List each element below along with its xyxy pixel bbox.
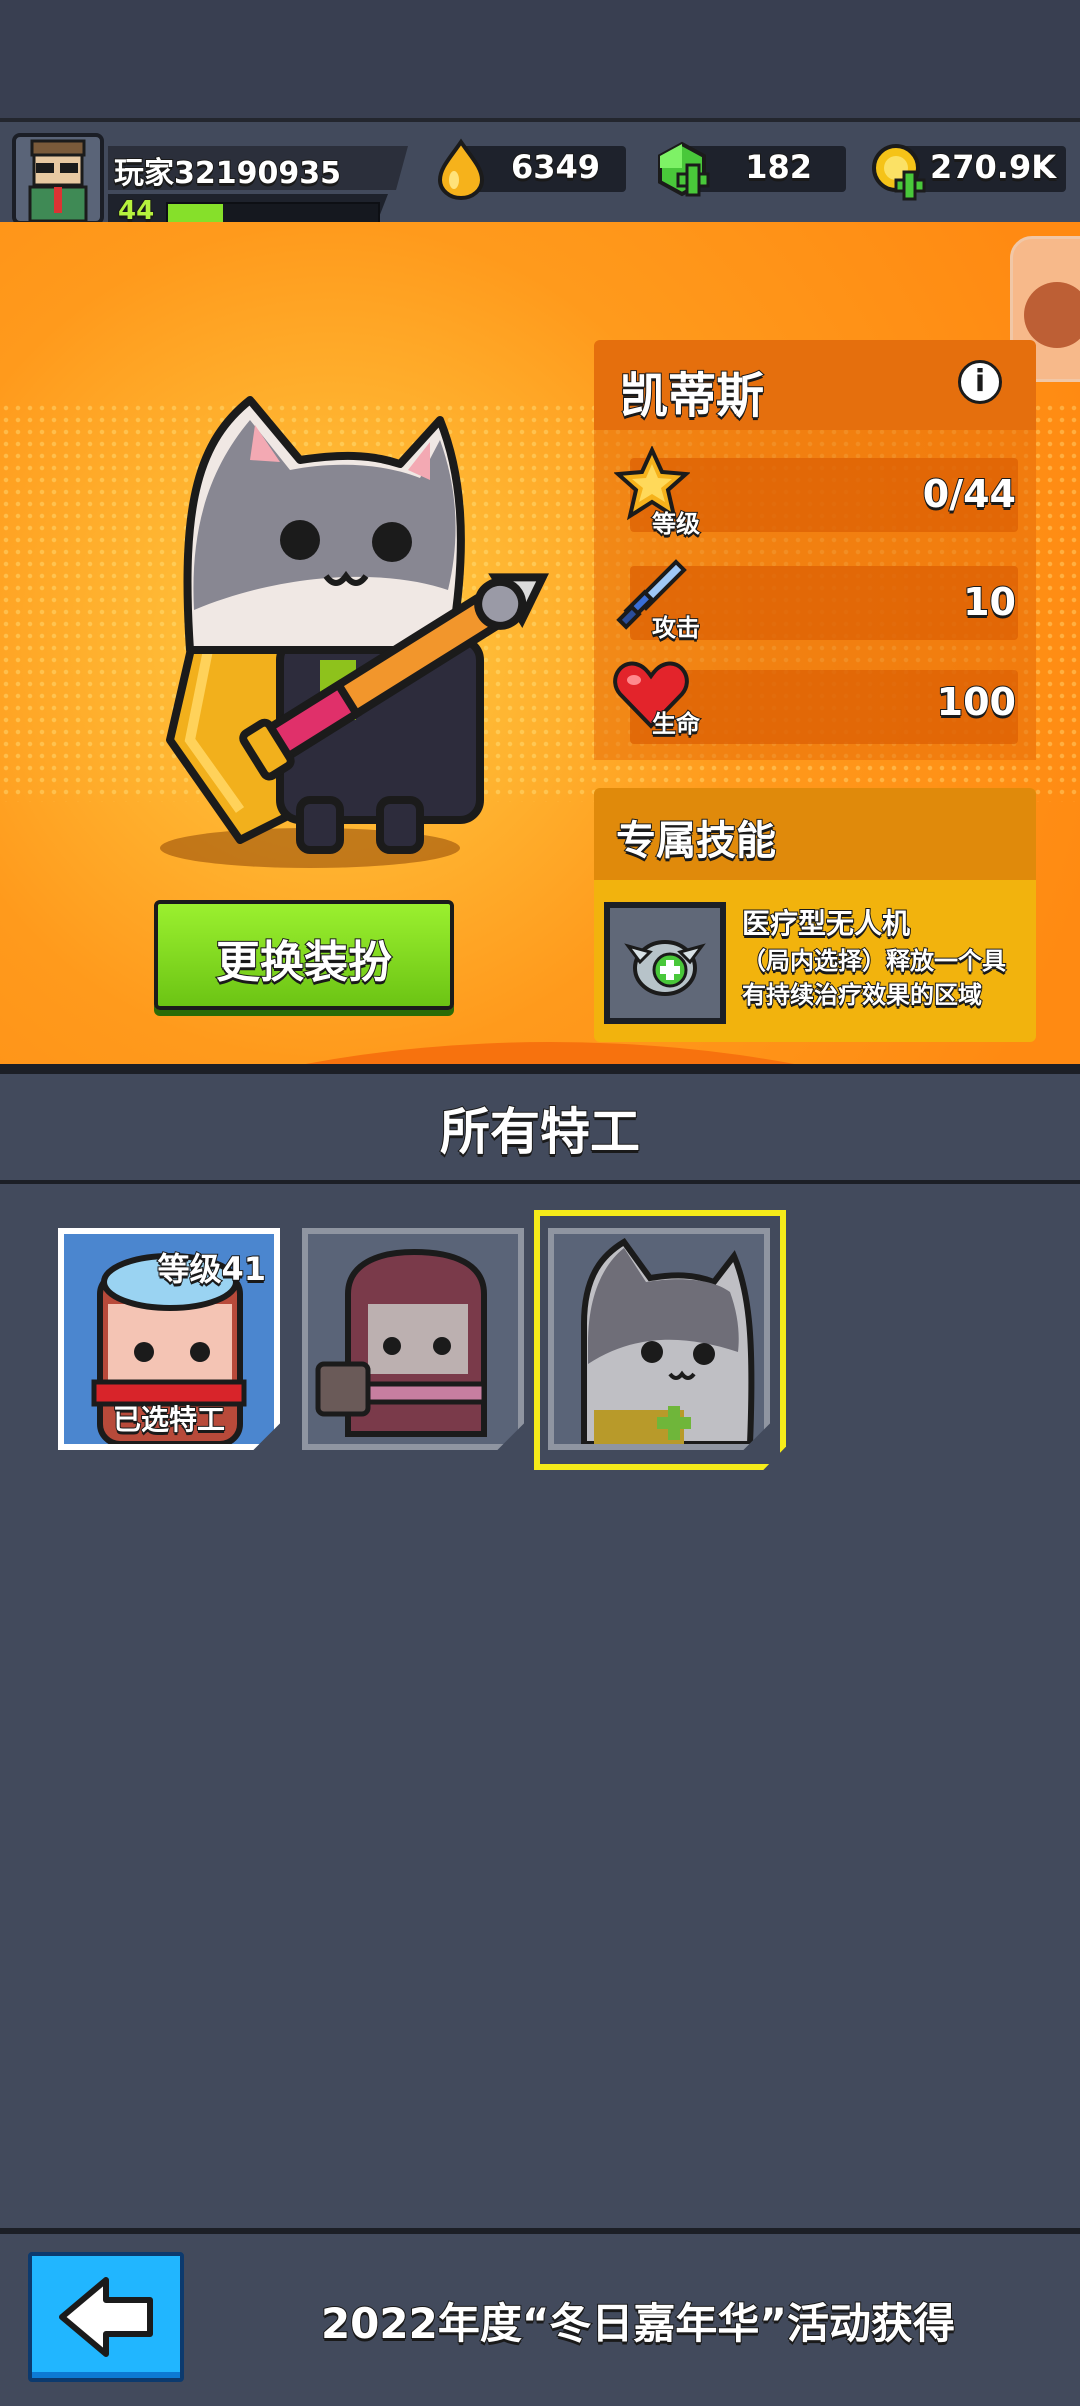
stat-attack-tag: 攻击 — [651, 613, 701, 643]
info-icon[interactable]: i — [958, 360, 1002, 404]
stat-health-value: 100 — [936, 679, 1017, 725]
hero-name: 凯蒂斯 — [619, 367, 765, 425]
agents-list-title: 所有特工 — [439, 1102, 641, 1162]
agent-2-portrait — [315, 1248, 487, 1437]
hero-stage-floor — [0, 1042, 1080, 1064]
section-divider — [0, 1064, 1080, 1074]
back-button[interactable] — [28, 2252, 184, 2382]
skill-description: （局内选择）释放一个具有持续治疗效果的区域 — [741, 946, 1007, 1010]
exclusive-skill-title: 专属技能 — [615, 817, 777, 865]
skill-icon-frame[interactable] — [604, 902, 726, 1024]
medical-drone-icon — [624, 940, 706, 996]
agent-card-1[interactable]: 等级41 已选特工 — [58, 1228, 280, 1450]
gem-amount: 182 — [744, 147, 813, 187]
agent-1-selected-badge: 已选特工 — [112, 1402, 226, 1437]
hero-cat-illustration — [166, 396, 549, 854]
agent-card-3[interactable] — [548, 1228, 770, 1450]
stat-health-tag: 生命 — [651, 709, 701, 739]
coin-amount: 270.9K — [929, 147, 1057, 187]
back-arrow-icon — [59, 2277, 153, 2357]
status-bar — [0, 0, 1080, 118]
change-skin-button[interactable]: 更换装扮 — [154, 900, 454, 1010]
player-avatar-icon — [28, 139, 88, 221]
change-skin-button-label: 更换装扮 — [215, 936, 393, 989]
agent-1-level: 等级41 — [156, 1249, 267, 1289]
fuel-amount: 6349 — [510, 147, 601, 187]
stat-attack-value: 10 — [962, 579, 1017, 625]
player-avatar[interactable] — [12, 133, 104, 225]
player-name: 玩家32190935 — [113, 155, 342, 192]
stat-level-tag: 等级 — [651, 509, 701, 539]
agent-card-2[interactable] — [302, 1228, 524, 1450]
footer-event-text: 2022年度“冬日嘉年华”活动获得 — [320, 2298, 956, 2349]
stat-level-value: 0/44 — [922, 471, 1017, 517]
skill-name: 医疗型无人机 — [741, 906, 911, 941]
agent-3-portrait — [581, 1238, 755, 1444]
